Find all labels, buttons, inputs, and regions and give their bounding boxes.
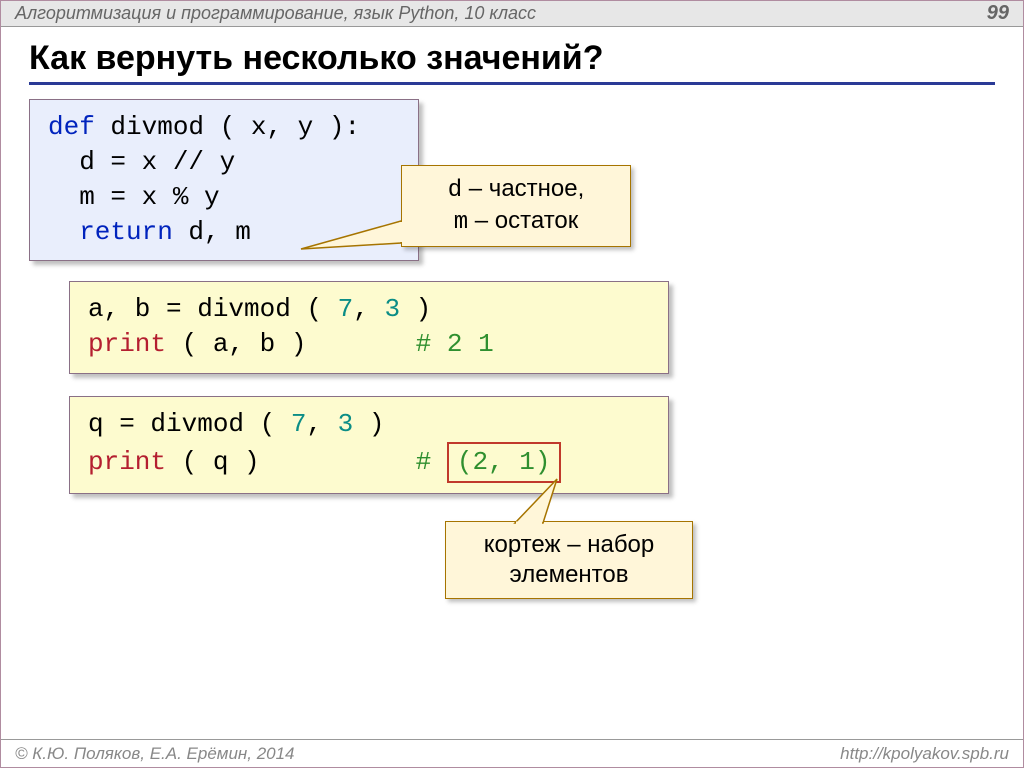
- kw-print: print: [88, 447, 166, 477]
- footer-url: http://kpolyakov.spb.ru: [840, 744, 1009, 764]
- footer-copyright: © К.Ю. Поляков, Е.А. Ерёмин, 2014: [15, 744, 295, 764]
- callout-tail-1: [291, 221, 411, 266]
- tuple-highlight: (2, 1): [447, 442, 561, 483]
- header-bar: Алгоритмизация и программирование, язык …: [1, 1, 1023, 27]
- kw-print: print: [88, 329, 166, 359]
- page-title: Как вернуть несколько значений?: [29, 39, 995, 85]
- header-subtitle: Алгоритмизация и программирование, язык …: [15, 3, 536, 24]
- callout-divmod: d – частное, m – остаток: [401, 165, 631, 247]
- code-block-call1: a, b = divmod ( 7, 3 ) print ( a, b ) # …: [69, 281, 669, 373]
- kw-return: return: [48, 217, 173, 247]
- slide-body: Как вернуть несколько значений? def divm…: [1, 27, 1023, 494]
- callout-tuple: кортеж – набор элементов: [445, 521, 693, 599]
- page-number: 99: [987, 2, 1009, 25]
- kw-def: def: [48, 112, 95, 142]
- comment: # 2 1: [416, 329, 494, 359]
- footer-bar: © К.Ю. Поляков, Е.А. Ерёмин, 2014 http:/…: [1, 739, 1023, 767]
- callout-tail-2: [515, 479, 585, 529]
